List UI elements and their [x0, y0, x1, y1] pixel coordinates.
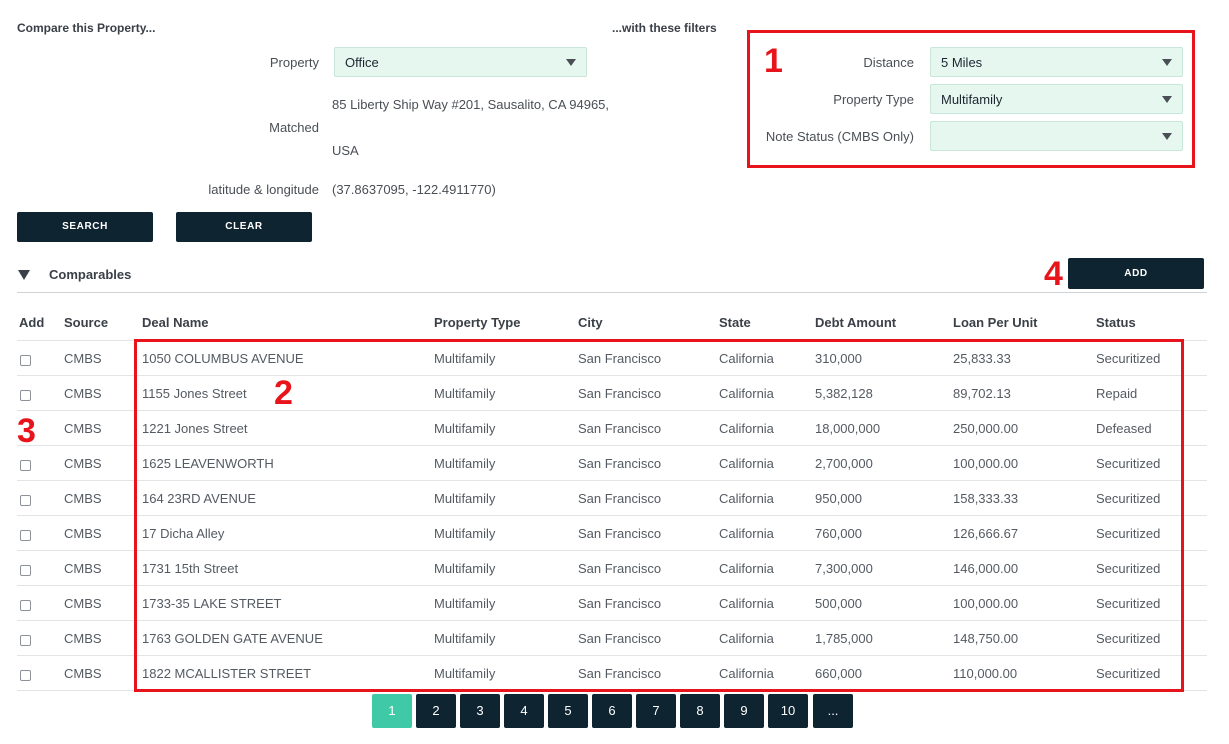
add-button[interactable]: ADD: [1068, 258, 1204, 289]
column-header-status: Status: [1096, 315, 1136, 330]
column-header-city: City: [578, 315, 603, 330]
column-header-property-type: Property Type: [434, 315, 521, 330]
add-checkbox[interactable]: [20, 600, 31, 611]
cell-source: CMBS: [64, 666, 102, 681]
add-checkbox[interactable]: [20, 495, 31, 506]
add-checkbox[interactable]: [20, 670, 31, 681]
annotation-number-3: 3: [17, 412, 36, 450]
search-button[interactable]: SEARCH: [17, 212, 153, 242]
cell-source: CMBS: [64, 386, 102, 401]
property-label: Property: [269, 55, 319, 70]
latlng-label: latitude & longitude: [208, 182, 319, 197]
cell-source: CMBS: [64, 596, 102, 611]
add-checkbox[interactable]: [20, 565, 31, 576]
annotation-number-4: 4: [1044, 255, 1063, 293]
page-button[interactable]: 3: [460, 694, 500, 728]
add-checkbox[interactable]: [20, 355, 31, 366]
column-header-loan-per-unit: Loan Per Unit: [953, 315, 1038, 330]
filters-heading: ...with these filters: [612, 21, 717, 35]
matched-address-line1: 85 Liberty Ship Way #201, Sausalito, CA …: [332, 97, 610, 112]
annotation-box-filters: [747, 30, 1195, 168]
add-checkbox[interactable]: [20, 460, 31, 471]
column-header-debt-amount: Debt Amount: [815, 315, 897, 330]
page-button[interactable]: 6: [592, 694, 632, 728]
column-header-source: Source: [64, 315, 109, 330]
column-header-add: Add: [19, 315, 45, 330]
cell-source: CMBS: [64, 631, 102, 646]
property-select-value: Office: [345, 55, 379, 70]
property-select[interactable]: Office: [334, 47, 587, 77]
cell-source: CMBS: [64, 491, 102, 506]
annotation-number-1: 1: [764, 42, 783, 80]
collapse-triangle-icon[interactable]: [18, 270, 30, 280]
page-button[interactable]: ...: [813, 694, 853, 728]
add-checkbox[interactable]: [20, 635, 31, 646]
matched-address-line2: USA: [332, 143, 359, 158]
page-button[interactable]: 1: [372, 694, 412, 728]
page-button[interactable]: 4: [504, 694, 544, 728]
page-button[interactable]: 9: [724, 694, 764, 728]
page-button[interactable]: 2: [416, 694, 456, 728]
page-button[interactable]: 5: [548, 694, 588, 728]
cell-source: CMBS: [64, 526, 102, 541]
page-button[interactable]: 10: [768, 694, 808, 728]
add-checkbox[interactable]: [20, 530, 31, 541]
page-button[interactable]: 7: [636, 694, 676, 728]
cell-source: CMBS: [64, 421, 102, 436]
add-checkbox[interactable]: [20, 390, 31, 401]
annotation-number-2: 2: [274, 374, 293, 412]
matched-label: Matched: [269, 120, 319, 135]
column-header-state: State: [719, 315, 751, 330]
cell-source: CMBS: [64, 561, 102, 576]
cell-source: CMBS: [64, 351, 102, 366]
column-header-deal-name: Deal Name: [142, 315, 209, 330]
cell-source: CMBS: [64, 456, 102, 471]
chevron-down-icon: [566, 59, 576, 66]
page-button[interactable]: 8: [680, 694, 720, 728]
latlng-value: (37.8637095, -122.4911770): [332, 182, 496, 197]
comparables-heading: Comparables: [49, 267, 132, 282]
clear-button[interactable]: CLEAR: [176, 212, 312, 242]
section-divider: [17, 292, 1207, 293]
compare-heading: Compare this Property...: [17, 21, 156, 35]
